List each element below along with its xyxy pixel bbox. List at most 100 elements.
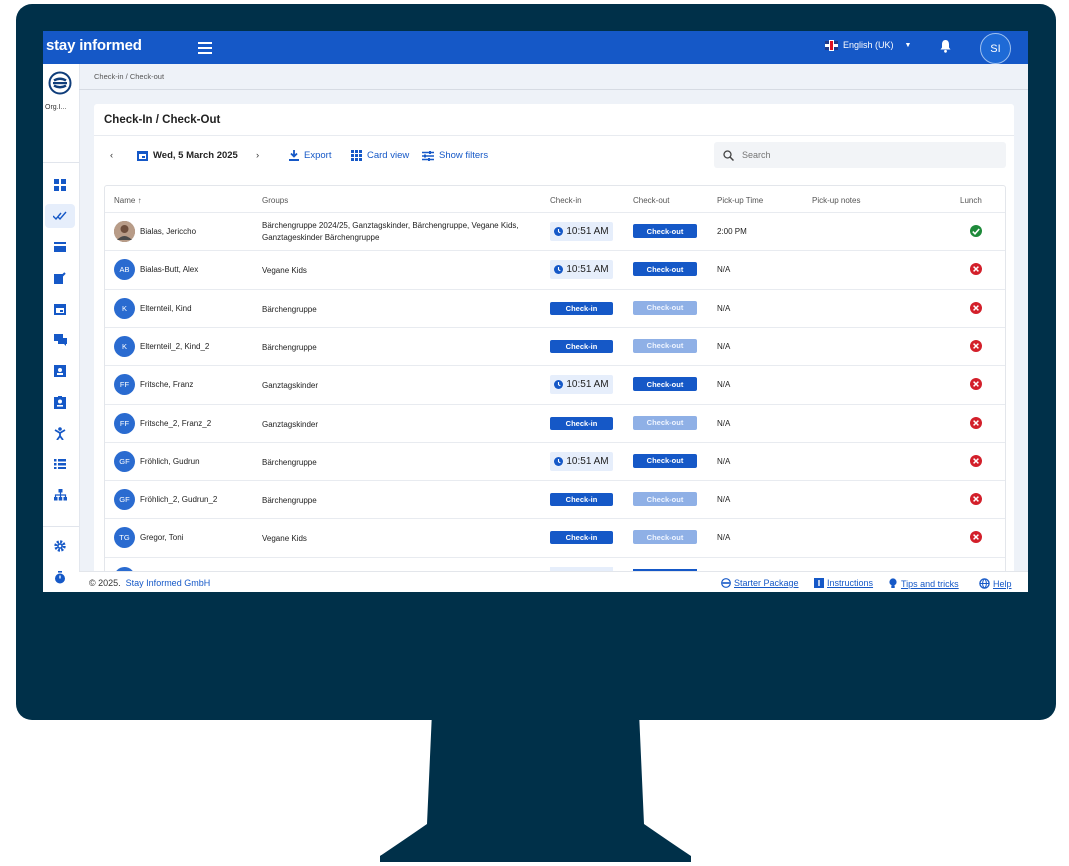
checkin-button[interactable]: Check-in [550,493,613,507]
export-button[interactable]: Export [289,150,331,161]
child-name[interactable]: Gregor, Toni [140,533,183,542]
next-day-button[interactable]: › [256,150,259,161]
checkin-time: 10:51 AM [566,264,609,276]
breadcrumb-divider [79,89,1028,90]
table-row: K Elternteil, Kind Bärchengruppe Check-in Ch… [105,288,1005,328]
table-row: Bialas, Jericcho Bärchengruppe 2024/25, G… [105,212,1005,251]
child-avatar: GF [114,450,135,472]
page-title: Check-In / Check-Out [104,114,221,126]
table-row: GF Fröhlich_2, Gudrun_2 Bärchengruppe Check… [105,480,1005,519]
col-groups: Groups [262,196,289,205]
child-avatar: K [114,297,135,319]
timer-icon[interactable] [53,570,67,584]
chat-icon[interactable] [53,333,67,347]
dashboard-icon[interactable] [53,178,67,192]
search-input[interactable] [740,149,994,161]
starter-package-link[interactable]: Starter Package [721,578,799,588]
id-card-icon[interactable] [53,395,67,409]
checkin-time: 10:51 AM [566,226,609,237]
checkout-button[interactable]: Check-out [633,415,697,430]
user-avatar[interactable]: SI [980,33,1011,64]
checkout-button[interactable]: Check-out [633,300,697,315]
child-icon[interactable] [53,426,67,440]
language-label: English (UK) [843,40,894,50]
prev-day-button[interactable]: ‹ [110,150,113,161]
chevron-right-icon: › [256,150,260,161]
lunch-cross-icon [970,493,982,506]
list-icon[interactable] [53,457,67,471]
table-row: FF Fritsche, Franz Ganztagskinder 10:51 AM C… [105,365,1005,404]
table-row: AB Bialas-Butt, Alex Vegane Kids 10:51 AM Ch… [105,250,1005,289]
checkout-button[interactable]: Check-out [633,224,697,238]
pickup-time: N/A [717,533,731,543]
edit-icon[interactable] [53,271,67,285]
clock-icon [554,380,564,390]
top-bar: stay informed English (UK) ▼ SI [43,31,1028,64]
child-name[interactable]: Elternteil_2, Kind_2 [140,342,209,351]
show-filters-button[interactable]: Show filters [422,150,488,161]
clock-icon [554,227,564,236]
tips-link[interactable]: Tips and tricks [888,578,959,589]
tips-label: Tips and tricks [901,578,959,589]
checkin-time-chip[interactable]: 10:51 AM [550,375,613,395]
instructions-link[interactable]: Instructions [814,578,873,588]
pickup-time: N/A [717,341,731,351]
search-box[interactable] [714,142,1006,168]
child-name[interactable]: Bialas, Jericcho [140,227,196,236]
checkout-button[interactable]: Check-out [633,453,697,468]
child-name[interactable]: Elternteil, Kind [140,304,192,313]
lunch-cross-icon [970,263,982,276]
checkin-button[interactable]: Check-in [550,531,613,545]
pickup-time: N/A [717,303,731,313]
checkout-button[interactable]: Check-out [633,377,697,392]
checkin-card: Check-In / Check-Out ‹ Wed, 5 March 2025… [94,104,1014,592]
child-name[interactable]: Fröhlich, Gudrun [140,457,200,466]
table-row: GF Fröhlich, Gudrun Bärchengruppe 10:51 AM C… [105,441,1005,481]
calendar-icon [137,151,148,161]
child-photo [114,221,135,242]
checkout-button[interactable]: Check-out [633,492,697,507]
copyright: © 2025. Stay Informed GmbH [89,578,210,588]
show-filters-label: Show filters [439,150,489,161]
pickup-time: N/A [717,495,731,505]
help-label: Help [993,578,1012,589]
child-groups: Bärchengruppe [262,342,317,352]
lunch-check-icon [970,225,982,237]
checkout-button[interactable]: Check-out [633,338,697,353]
card-view-button[interactable]: Card view [351,150,409,161]
checkout-button[interactable]: Check-out [633,262,697,277]
col-name[interactable]: Name ↑ [114,196,142,205]
checkin-time-chip[interactable]: 10:51 AM [550,222,613,241]
language-selector[interactable]: English (UK) ▼ [825,40,911,50]
checkout-button[interactable]: Check-out [633,530,697,545]
contact-card-icon[interactable] [53,364,67,378]
checkin-time-chip[interactable]: 10:51 AM [550,451,613,471]
child-name[interactable]: Fritsche_2, Franz_2 [140,419,211,428]
breadcrumb[interactable]: Check-in / Check-out [94,72,164,81]
org-logo-icon[interactable] [48,71,72,100]
help-link[interactable]: Help [979,578,1012,589]
checkin-icon[interactable] [53,209,67,223]
checkin-time-chip[interactable]: 10:51 AM [550,260,613,280]
company-link[interactable]: Stay Informed GmbH [126,578,211,588]
news-icon[interactable] [53,240,67,254]
org-chart-icon[interactable] [53,488,67,502]
checkin-button[interactable]: Check-in [550,416,613,430]
child-name[interactable]: Fritsche, Franz [140,380,193,389]
calendar-icon[interactable] [53,302,67,316]
checkin-button[interactable]: Check-in [550,339,613,353]
date-picker[interactable]: Wed, 5 March 2025 [137,150,238,161]
brand-logo[interactable]: stay informed [46,37,142,54]
grid-icon [351,150,362,161]
table-row: FF Fritsche_2, Franz_2 Ganztagskinder Check… [105,403,1005,443]
uk-flag-icon [825,40,838,50]
lightbulb-icon [889,578,897,588]
child-groups: Ganztagskinder [262,381,319,391]
bell-icon[interactable] [939,39,952,58]
child-name[interactable]: Fröhlich_2, Gudrun_2 [140,495,217,504]
settings-icon[interactable] [53,539,67,553]
menu-icon[interactable] [198,39,212,55]
pickup-time: N/A [717,265,731,275]
child-name[interactable]: Bialas-Butt, Alex [140,265,198,274]
checkin-button[interactable]: Check-in [550,301,613,315]
